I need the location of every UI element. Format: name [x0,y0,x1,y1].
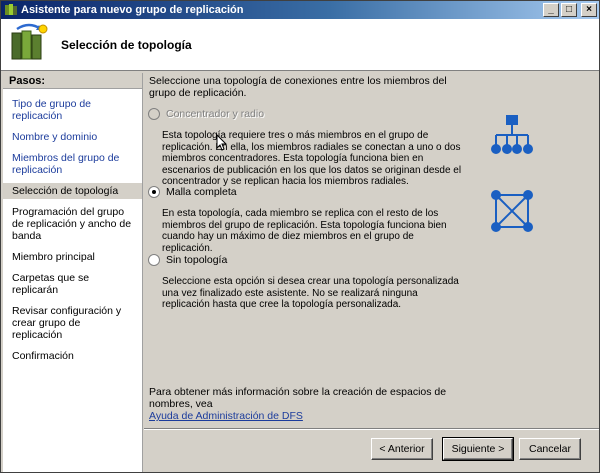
radio-hub-spoke[interactable] [148,108,160,120]
step-item-programacion: Programación del grupo de replicación y … [12,206,132,242]
wizard-window: Asistente para nuevo grupo de replicació… [0,0,600,473]
close-icon[interactable]: × [581,3,597,17]
help-text: Para obtener más información sobre la cr… [149,386,479,422]
window-title: Asistente para nuevo grupo de replicació… [21,4,244,16]
radio-label-full-mesh: Malla completa [166,186,237,198]
cancel-button[interactable]: Cancelar [519,438,581,460]
wizard-header: Selección de topología [1,19,599,71]
title-controls: _ □ × [543,3,597,17]
step-item-tipo[interactable]: Tipo de grupo de replicación [3,96,142,124]
step-item-topologia: Selección de topología [3,183,142,199]
steps-list: Tipo de grupo de replicación Nombre y do… [3,89,142,364]
desc-full-mesh: En esta topología, cada miembro se repli… [162,208,447,254]
replication-group-icon [11,23,48,60]
intro-text: Seleccione una topología de conexiones e… [149,75,447,99]
main-panel: Seleccione una topología de conexiones e… [144,73,599,428]
steps-sidebar: Pasos: Tipo de grupo de replicación Nomb… [3,73,143,472]
step-item-miembros[interactable]: Miembros del grupo de replicación [3,150,142,178]
steps-heading: Pasos: [3,73,142,89]
page-title: Selección de topología [61,38,192,52]
option-no-topology: Sin topología Seleccione esta opción si … [148,253,459,311]
footer-separator [144,428,599,430]
step-item-carpetas: Carpetas que se replicarán [12,272,90,296]
next-button[interactable]: Siguiente > [442,437,514,461]
radio-label-no-topology: Sin topología [166,254,228,266]
dfs-help-link[interactable]: Ayuda de Administración de DFS [149,410,303,422]
option-hub-spoke: Concentrador y radio Esta topología requ… [148,107,461,188]
full-mesh-icon [491,190,533,232]
step-item-miembro-principal: Miembro principal [12,251,95,263]
radio-label-hub-spoke: Concentrador y radio [166,108,265,120]
mouse-cursor-icon [216,134,228,151]
back-button[interactable]: < Anterior [371,438,433,460]
minimize-icon[interactable]: _ [543,3,559,17]
wizard-app-icon [5,4,17,15]
desc-hub-spoke: Esta topología requiere tres o más miemb… [162,130,462,187]
step-item-nombre[interactable]: Nombre y dominio [3,129,142,145]
step-item-confirmacion: Confirmación [12,350,74,362]
radio-no-topology[interactable] [148,254,160,266]
help-text-label: Para obtener más información sobre la cr… [149,386,447,410]
maximize-icon[interactable]: □ [561,3,577,17]
desc-no-topology: Seleccione esta opción si desea crear un… [162,276,459,310]
radio-full-mesh[interactable] [148,186,160,198]
option-full-mesh: Malla completa En esta topología, cada m… [148,185,448,254]
step-item-revisar: Revisar configuración y crear grupo de r… [12,305,122,341]
title-bar: Asistente para nuevo grupo de replicació… [1,1,599,19]
hub-spoke-icon [491,115,533,154]
